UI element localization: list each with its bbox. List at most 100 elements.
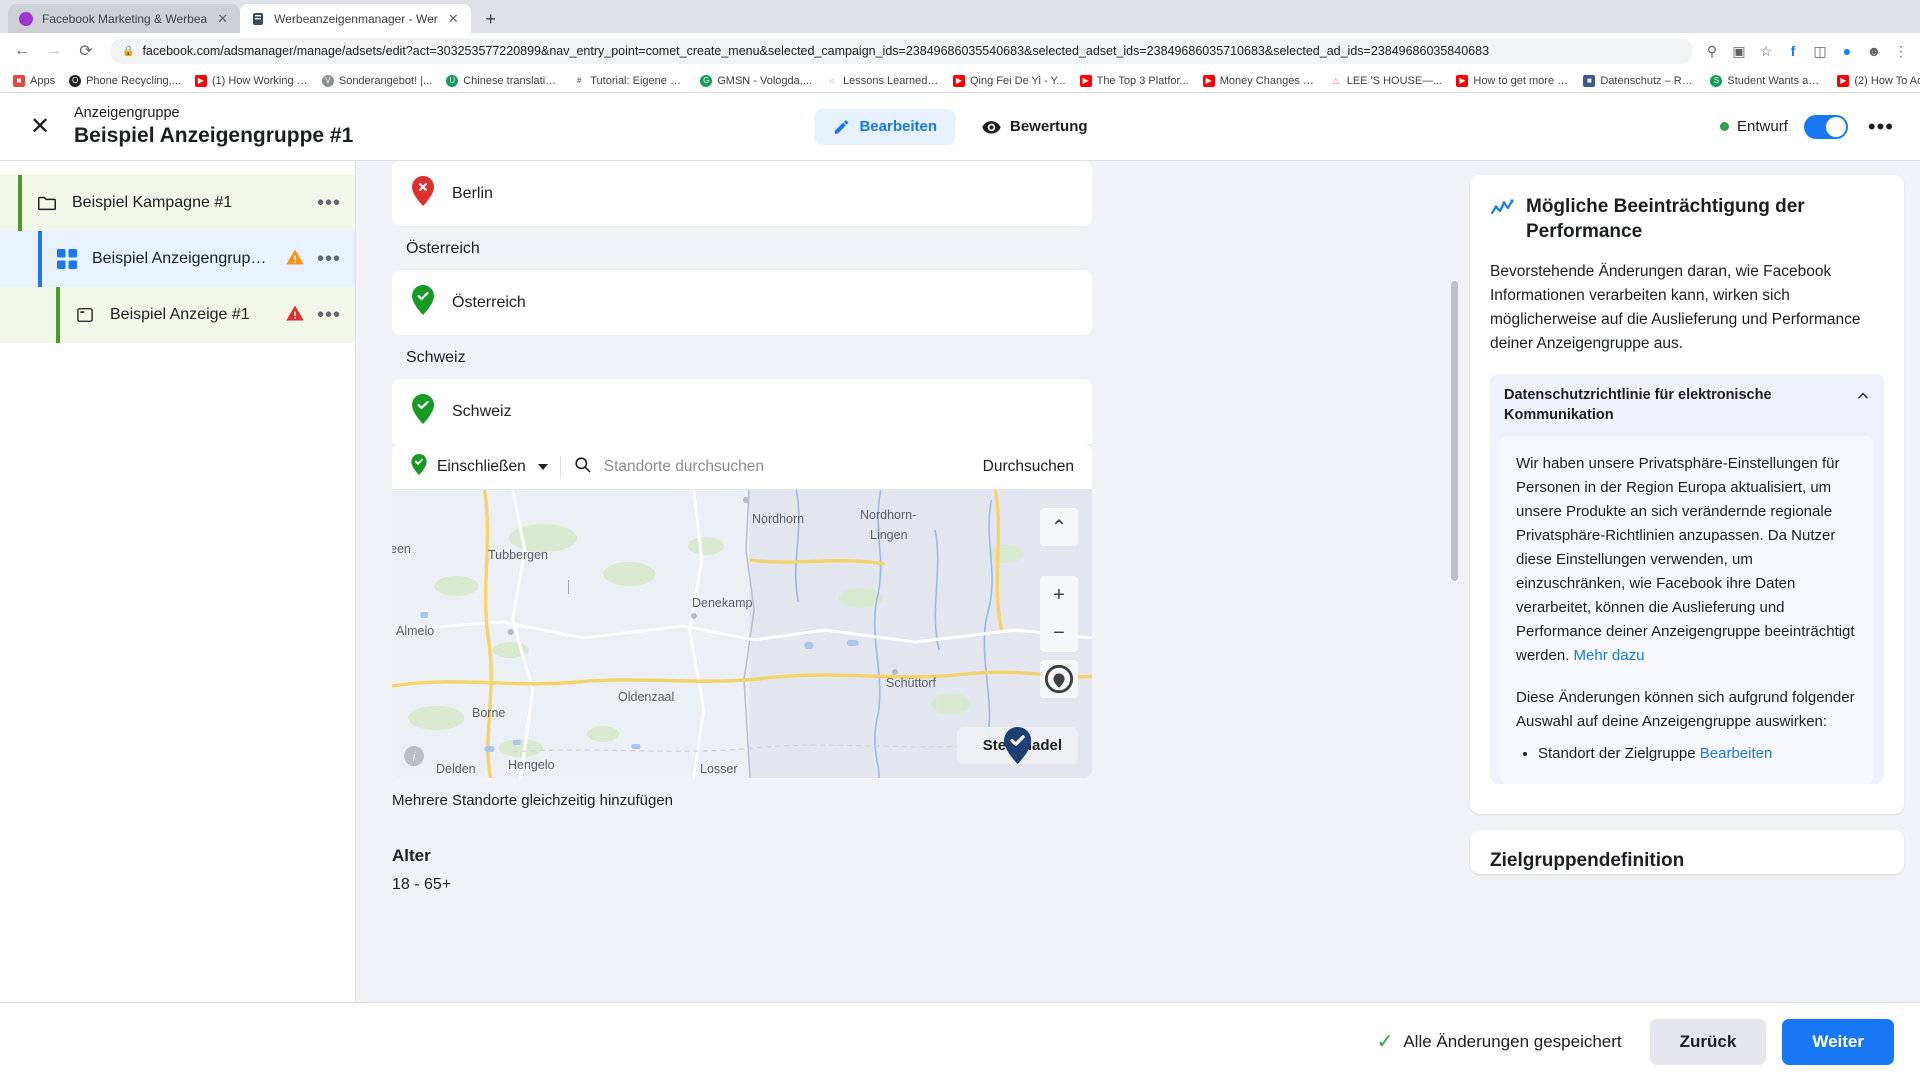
map-zoom-controls[interactable]: + − <box>1040 576 1078 652</box>
accordion-header[interactable]: Datenschutzrichtlinie für elektronische … <box>1490 374 1884 435</box>
bookmark-label: (1) How Working a... <box>211 74 308 87</box>
site-icon: S <box>1710 74 1723 87</box>
location-row-switzerland[interactable]: Schweiz <box>392 379 1092 444</box>
next-button[interactable]: Weiter <box>1782 1018 1894 1065</box>
zoom-out-icon[interactable]: − <box>1040 614 1078 652</box>
bookmark-item[interactable]: # Tutorial: Eigene Fa... <box>566 70 693 92</box>
bookmark-item[interactable]: ▶ The Top 3 Platfor... <box>1073 70 1196 92</box>
drop-pin-button[interactable]: Stecknadel <box>956 727 1078 764</box>
bookmark-star-icon[interactable]: ☆ <box>1757 42 1775 60</box>
location-row-berlin[interactable]: Berlin <box>392 161 1092 226</box>
row-menu-button[interactable]: ••• <box>317 305 341 325</box>
close-editor-button[interactable]: ✕ <box>22 109 58 145</box>
facebook-extension-icon[interactable]: f <box>1784 42 1802 60</box>
bookmark-item[interactable]: ▶ Money Changes E... <box>1196 70 1323 92</box>
new-tab-button[interactable]: + <box>477 5 505 33</box>
chevron-up-icon[interactable] <box>1856 389 1870 403</box>
search-icon <box>573 455 592 479</box>
zoom-in-icon[interactable]: + <box>1040 576 1078 614</box>
site-icon: V <box>321 74 334 87</box>
status-label: Entwurf <box>1737 118 1788 135</box>
bookmark-item[interactable]: ☼ Lessons Learned f... <box>819 70 946 92</box>
included-pin-icon <box>410 394 436 429</box>
sidebar-item-adset[interactable]: Beispiel Anzeigengrup… ••• <box>0 231 355 287</box>
bookmark-item[interactable]: ▶ (1) How Working a... <box>188 70 315 92</box>
status-badge: Entwurf <box>1720 118 1788 135</box>
row-menu-button[interactable]: ••• <box>317 249 341 269</box>
more-options-button[interactable]: ••• <box>1864 115 1898 138</box>
bookmark-label: Tutorial: Eigene Fa... <box>590 74 687 87</box>
location-map[interactable]: Nordhorn Nordhorn- Lingen Tubbergen een … <box>392 490 1092 778</box>
chrome-menu-icon[interactable]: ⋮ <box>1892 42 1910 60</box>
location-search-field[interactable] <box>573 455 971 479</box>
adset-active-toggle[interactable] <box>1803 114 1848 139</box>
bookmark-item[interactable]: ■ Datenschutz – Re... <box>1576 70 1703 92</box>
bookmark-item[interactable]: S Student Wants an... <box>1703 70 1830 92</box>
map-locate-control[interactable] <box>1040 660 1078 698</box>
close-icon[interactable]: ✕ <box>215 12 230 25</box>
chevron-down-icon[interactable] <box>537 463 548 470</box>
mehr-dazu-link[interactable]: Mehr dazu <box>1574 647 1645 664</box>
map-label: Schüttorf <box>886 676 937 690</box>
include-mode-dropdown[interactable]: Einschließen <box>410 453 548 480</box>
forward-icon[interactable]: → <box>40 37 68 65</box>
bookmark-item[interactable]: O Phone Recycling,... <box>62 70 188 92</box>
map-label: Hengelo <box>508 758 555 772</box>
tab-title: Facebook Marketing & Werbea <box>42 11 208 26</box>
bookmark-item[interactable]: V Sonderangebot! |... <box>315 70 439 92</box>
translate-icon[interactable]: ▣ <box>1730 42 1748 60</box>
search-icon[interactable]: ⚲ <box>1703 42 1721 60</box>
app-header: ✕ Anzeigengruppe Beispiel Anzeigengruppe… <box>0 93 1920 161</box>
profile-avatar-icon[interactable]: ☻ <box>1865 42 1883 60</box>
map-label: Borne <box>472 706 506 720</box>
chevron-up-icon[interactable]: ⌃ <box>1040 508 1078 546</box>
location-name: Schweiz <box>452 402 512 420</box>
age-section-title: Alter <box>392 846 431 865</box>
bookmark-item[interactable]: ▶ (2) How To Add A... <box>1830 70 1920 92</box>
sidebar-item-campaign[interactable]: Beispiel Kampagne #1 ••• <box>0 175 355 231</box>
back-button[interactable]: Zurück <box>1649 1018 1767 1065</box>
map-label: Nordhorn- <box>860 508 917 522</box>
tab-bearbeiten[interactable]: Bearbeiten <box>814 108 956 145</box>
search-submit-link[interactable]: Durchsuchen <box>983 458 1074 476</box>
bookmark-item[interactable]: ■ Apps <box>6 70 62 92</box>
location-row-austria[interactable]: Österreich <box>392 270 1092 335</box>
center-scroll-area[interactable]: Berlin Österreich Österreich Schweiz Sch… <box>356 161 1460 1002</box>
site-icon: U <box>446 74 459 87</box>
tab-bewertung[interactable]: Bewertung <box>963 108 1106 146</box>
apps-grid-icon: ■ <box>13 74 25 87</box>
center-scrollbar[interactable] <box>1451 161 1458 1002</box>
browser-tab-1[interactable]: Facebook Marketing & Werbea ✕ <box>8 4 241 33</box>
warning-orange-icon[interactable] <box>285 247 305 272</box>
sidebar-row-actions: ••• <box>285 247 341 272</box>
back-icon[interactable]: ← <box>8 37 36 65</box>
performance-impact-card: Mögliche Beeinträchtigung der Performanc… <box>1470 175 1904 814</box>
messenger-extension-icon[interactable]: ● <box>1838 42 1856 60</box>
bookmark-label: Money Changes E... <box>1219 74 1316 87</box>
puzzle-extension-icon[interactable]: ◫ <box>1811 42 1829 60</box>
grid-icon <box>56 249 78 269</box>
bookmark-item[interactable]: ▶ Qing Fei De Yi - Y... <box>946 70 1073 92</box>
scrollbar-thumb[interactable] <box>1451 281 1458 581</box>
bookmark-item[interactable]: △ LEE 'S HOUSE—... <box>1323 70 1450 92</box>
add-multiple-locations-link[interactable]: Mehrere Standorte gleichzeitig hinzufüge… <box>392 792 673 809</box>
address-bar[interactable]: 🔒 facebook.com/adsmanager/manage/adsets/… <box>110 38 1693 64</box>
warning-red-icon[interactable] <box>285 303 305 328</box>
sidebar-item-ad[interactable]: Beispiel Anzeige #1 ••• <box>0 287 355 343</box>
bookmark-item[interactable]: G GMSN - Vologda,... <box>693 70 819 92</box>
row-menu-button[interactable]: ••• <box>317 193 341 213</box>
map-collapse-control[interactable]: ⌃ <box>1040 508 1078 546</box>
bookmark-item[interactable]: U Chinese translatio... <box>439 70 566 92</box>
close-icon[interactable]: ✕ <box>446 12 461 25</box>
browser-toolbar: ← → ⟳ 🔒 facebook.com/adsmanager/manage/a… <box>0 33 1920 69</box>
bookmark-item[interactable]: ▶ How to get more v... <box>1449 70 1576 92</box>
search-input[interactable] <box>603 457 971 476</box>
editor-footer: ✓ Alle Änderungen gespeichert Zurück Wei… <box>0 1002 1920 1080</box>
youtube-icon: ▶ <box>1456 74 1469 87</box>
map-info-icon[interactable]: i <box>404 746 424 766</box>
browser-tab-2[interactable]: Werbeanzeigenmanager - Wer ✕ <box>240 4 471 33</box>
tab-strip: Facebook Marketing & Werbea ✕ Werbeanzei… <box>0 0 1920 33</box>
locate-icon[interactable] <box>1040 660 1078 698</box>
reload-icon[interactable]: ⟳ <box>72 37 100 65</box>
bearbeiten-link[interactable]: Bearbeiten <box>1700 745 1773 762</box>
